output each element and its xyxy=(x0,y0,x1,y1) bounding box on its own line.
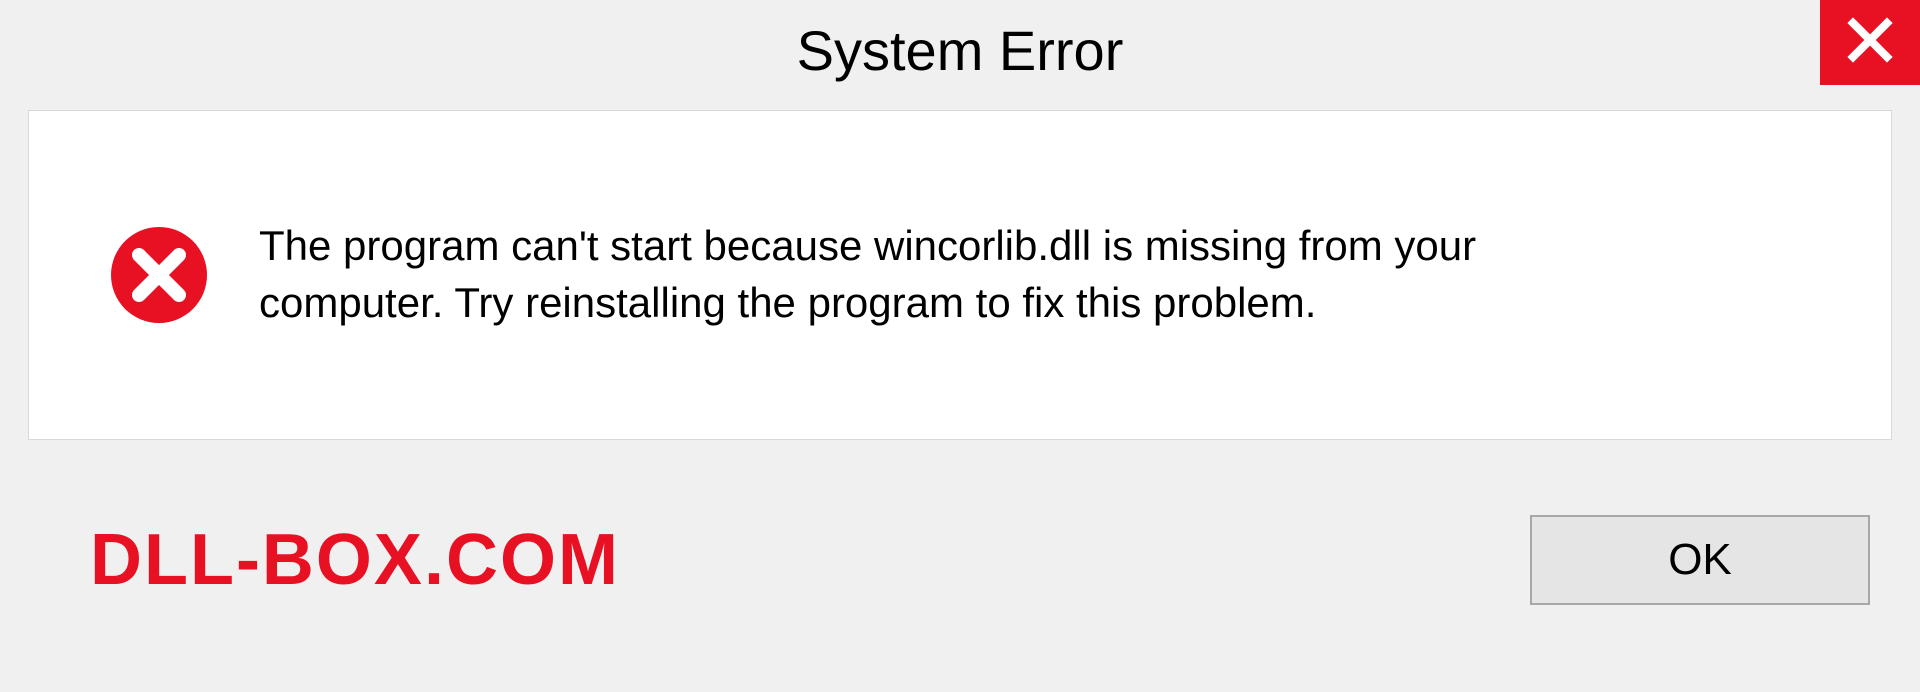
watermark-text: DLL-BOX.COM xyxy=(90,519,620,601)
system-error-dialog: System Error The program can't start bec… xyxy=(0,0,1920,692)
dialog-title: System Error xyxy=(797,18,1124,83)
ok-button[interactable]: OK xyxy=(1530,515,1870,605)
error-message: The program can't start because wincorli… xyxy=(259,218,1659,331)
dialog-content: The program can't start because wincorli… xyxy=(28,110,1892,440)
dialog-footer: DLL-BOX.COM OK xyxy=(0,440,1920,680)
close-icon xyxy=(1845,15,1895,70)
close-button[interactable] xyxy=(1820,0,1920,85)
title-bar: System Error xyxy=(0,0,1920,100)
error-icon xyxy=(109,225,209,325)
